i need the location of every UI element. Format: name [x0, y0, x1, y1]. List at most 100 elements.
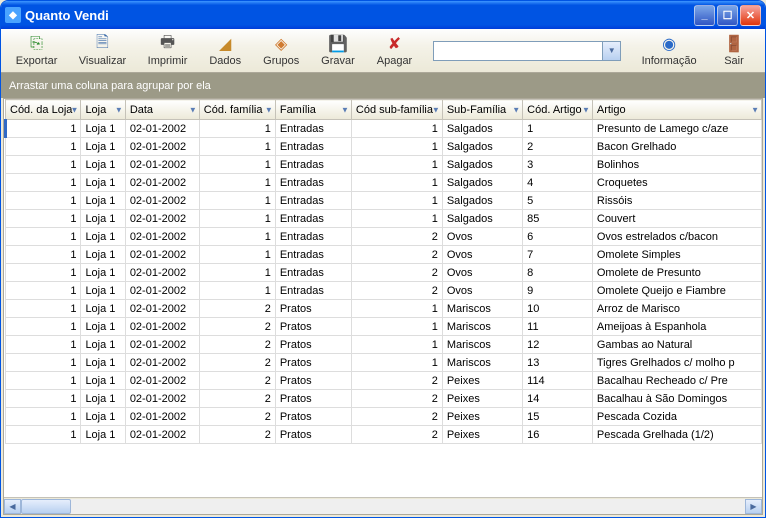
column-filter-icon[interactable]: ▼ — [265, 105, 273, 114]
cell[interactable]: Loja 1 — [81, 336, 125, 354]
cell[interactable]: 02-01-2002 — [125, 192, 199, 210]
cell[interactable]: 2 — [199, 426, 275, 444]
cell[interactable]: 1 — [6, 174, 81, 192]
column-header[interactable]: Data▼ — [125, 100, 199, 120]
cell[interactable]: Pratos — [275, 300, 351, 318]
cell[interactable]: Gambas ao Natural — [592, 336, 761, 354]
cell[interactable]: 02-01-2002 — [125, 282, 199, 300]
cell[interactable]: 11 — [523, 318, 593, 336]
cell[interactable]: 1 — [199, 246, 275, 264]
minimize-button[interactable]: _ — [694, 5, 715, 26]
cell[interactable]: Bolinhos — [592, 156, 761, 174]
cell[interactable]: Entradas — [275, 282, 351, 300]
cell[interactable]: Loja 1 — [81, 426, 125, 444]
cell[interactable]: 1 — [351, 300, 442, 318]
cell[interactable]: 2 — [199, 300, 275, 318]
cell[interactable]: 02-01-2002 — [125, 120, 199, 138]
cell[interactable]: Peixes — [442, 390, 522, 408]
imprimir-button[interactable]: 🖶 Imprimir — [139, 32, 196, 69]
cell[interactable]: Loja 1 — [81, 318, 125, 336]
cell[interactable]: Loja 1 — [81, 264, 125, 282]
cell[interactable]: Loja 1 — [81, 174, 125, 192]
cell[interactable]: 02-01-2002 — [125, 174, 199, 192]
table-row[interactable]: 1Loja 102-01-20021Entradas2Ovos9Omolete … — [6, 282, 762, 300]
cell[interactable]: Ovos — [442, 246, 522, 264]
cell[interactable]: 1 — [6, 354, 81, 372]
cell[interactable]: Mariscos — [442, 354, 522, 372]
cell[interactable]: Salgados — [442, 120, 522, 138]
cell[interactable]: 02-01-2002 — [125, 372, 199, 390]
cell[interactable]: Bacalhau à São Domingos — [592, 390, 761, 408]
cell[interactable]: 16 — [523, 426, 593, 444]
table-row[interactable]: 1Loja 102-01-20022Pratos2Peixes14Bacalha… — [6, 390, 762, 408]
table-row[interactable]: 1Loja 102-01-20022Pratos1Mariscos10Arroz… — [6, 300, 762, 318]
cell[interactable]: 02-01-2002 — [125, 390, 199, 408]
cell[interactable]: Pescada Cozida — [592, 408, 761, 426]
cell[interactable]: 02-01-2002 — [125, 354, 199, 372]
cell[interactable]: 2 — [523, 138, 593, 156]
cell[interactable]: 1 — [6, 156, 81, 174]
cell[interactable]: Loja 1 — [81, 408, 125, 426]
table-row[interactable]: 1Loja 102-01-20021Entradas1Salgados5Riss… — [6, 192, 762, 210]
cell[interactable]: 3 — [523, 156, 593, 174]
column-header[interactable]: Família▼ — [275, 100, 351, 120]
cell[interactable]: 1 — [351, 120, 442, 138]
close-button[interactable]: ✕ — [740, 5, 761, 26]
column-filter-icon[interactable]: ▼ — [512, 105, 520, 114]
cell[interactable]: 02-01-2002 — [125, 156, 199, 174]
cell[interactable]: 02-01-2002 — [125, 336, 199, 354]
cell[interactable]: 5 — [523, 192, 593, 210]
cell[interactable]: Entradas — [275, 138, 351, 156]
cell[interactable]: Bacon Grelhado — [592, 138, 761, 156]
cell[interactable]: 2 — [351, 228, 442, 246]
cell[interactable]: Ovos — [442, 264, 522, 282]
cell[interactable]: Omolete Queijo e Fiambre — [592, 282, 761, 300]
cell[interactable]: 1 — [199, 192, 275, 210]
titlebar[interactable]: ◆ Quanto Vendi _ ☐ ✕ — [1, 1, 765, 29]
cell[interactable]: Peixes — [442, 372, 522, 390]
cell[interactable]: 1 — [6, 300, 81, 318]
cell[interactable]: Salgados — [442, 138, 522, 156]
cell[interactable]: 2 — [351, 372, 442, 390]
cell[interactable]: 2 — [199, 390, 275, 408]
column-filter-icon[interactable]: ▼ — [71, 105, 79, 114]
cell[interactable]: 1 — [6, 192, 81, 210]
cell[interactable]: 1 — [199, 282, 275, 300]
cell[interactable]: 1 — [6, 318, 81, 336]
table-row[interactable]: 1Loja 102-01-20022Pratos1Mariscos11Ameij… — [6, 318, 762, 336]
cell[interactable]: Pratos — [275, 336, 351, 354]
cell[interactable]: 1 — [6, 390, 81, 408]
cell[interactable]: 1 — [351, 318, 442, 336]
cell[interactable]: Pratos — [275, 318, 351, 336]
cell[interactable]: 2 — [199, 318, 275, 336]
cell[interactable]: 1 — [351, 210, 442, 228]
scroll-track[interactable] — [21, 499, 745, 514]
table-row[interactable]: 1Loja 102-01-20022Pratos2Peixes16Pescada… — [6, 426, 762, 444]
cell[interactable]: Bacalhau Recheado c/ Pre — [592, 372, 761, 390]
cell[interactable]: 1 — [199, 174, 275, 192]
cell[interactable]: Pratos — [275, 390, 351, 408]
cell[interactable]: 1 — [351, 336, 442, 354]
cell[interactable]: Entradas — [275, 246, 351, 264]
cell[interactable]: 1 — [199, 264, 275, 282]
cell[interactable]: Tigres Grelhados c/ molho p — [592, 354, 761, 372]
cell[interactable]: Salgados — [442, 156, 522, 174]
cell[interactable]: 1 — [6, 120, 81, 138]
apagar-button[interactable]: ✘ Apagar — [368, 32, 421, 69]
cell[interactable]: Loja 1 — [81, 228, 125, 246]
cell[interactable]: Salgados — [442, 192, 522, 210]
cell[interactable]: Entradas — [275, 210, 351, 228]
table-row[interactable]: 1Loja 102-01-20021Entradas2Ovos7Omolete … — [6, 246, 762, 264]
visualizar-button[interactable]: 🗎 Visualizar — [70, 32, 135, 69]
informacao-button[interactable]: ◉ Informação — [633, 32, 705, 69]
cell[interactable]: 2 — [351, 408, 442, 426]
cell[interactable]: Loja 1 — [81, 372, 125, 390]
cell[interactable]: Pratos — [275, 408, 351, 426]
horizontal-scrollbar[interactable]: ◀ ▶ — [4, 497, 762, 514]
cell[interactable]: Mariscos — [442, 318, 522, 336]
cell[interactable]: Entradas — [275, 120, 351, 138]
cell[interactable]: 2 — [351, 264, 442, 282]
cell[interactable]: Mariscos — [442, 300, 522, 318]
cell[interactable]: 02-01-2002 — [125, 318, 199, 336]
cell[interactable]: 6 — [523, 228, 593, 246]
